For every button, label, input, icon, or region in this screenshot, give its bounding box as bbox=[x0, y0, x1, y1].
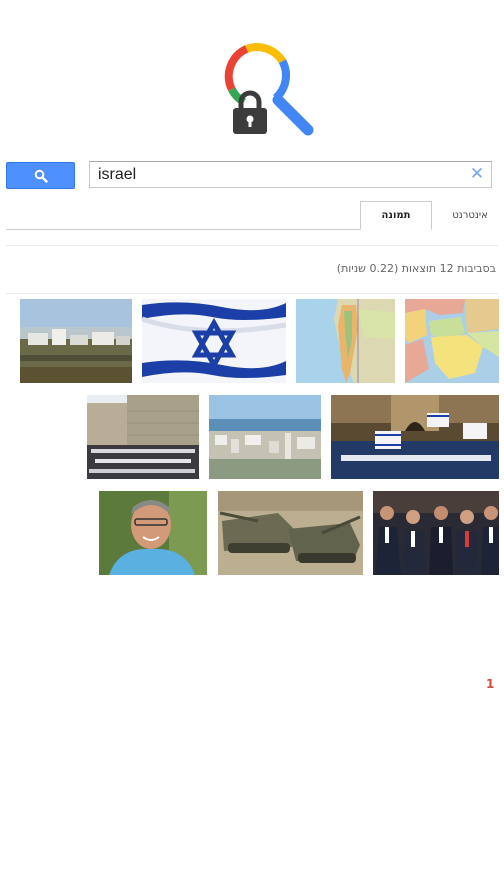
tab-images[interactable]: תמונה bbox=[360, 201, 432, 230]
clear-icon[interactable]: ✕ bbox=[469, 165, 485, 183]
search-input[interactable] bbox=[98, 162, 458, 187]
results-stats: בסביבות 12 תוצאות (0.22 שניות) bbox=[336, 262, 496, 275]
search-icon bbox=[34, 169, 48, 183]
logo bbox=[210, 32, 320, 138]
image-result-flag[interactable] bbox=[142, 299, 286, 383]
image-result-man-portrait[interactable] bbox=[99, 491, 207, 575]
image-result-village[interactable] bbox=[20, 299, 132, 383]
divider-results bbox=[6, 293, 498, 294]
image-result-map-israel[interactable] bbox=[296, 299, 395, 383]
divider-top bbox=[6, 245, 498, 246]
page-number-current[interactable]: 1 bbox=[486, 677, 494, 691]
search-box: ✕ bbox=[89, 161, 492, 188]
image-result-haifa[interactable] bbox=[209, 395, 321, 479]
image-result-tanks[interactable] bbox=[218, 491, 363, 575]
image-result-western-wall[interactable] bbox=[87, 395, 199, 479]
search-lock-logo-icon bbox=[224, 43, 314, 136]
image-result-middle-east-map[interactable] bbox=[405, 299, 499, 383]
search-button[interactable] bbox=[6, 162, 75, 189]
tab-web[interactable]: אינטרנט bbox=[444, 207, 496, 225]
image-result-flag-march[interactable] bbox=[331, 395, 499, 479]
image-result-officials[interactable] bbox=[373, 491, 499, 575]
